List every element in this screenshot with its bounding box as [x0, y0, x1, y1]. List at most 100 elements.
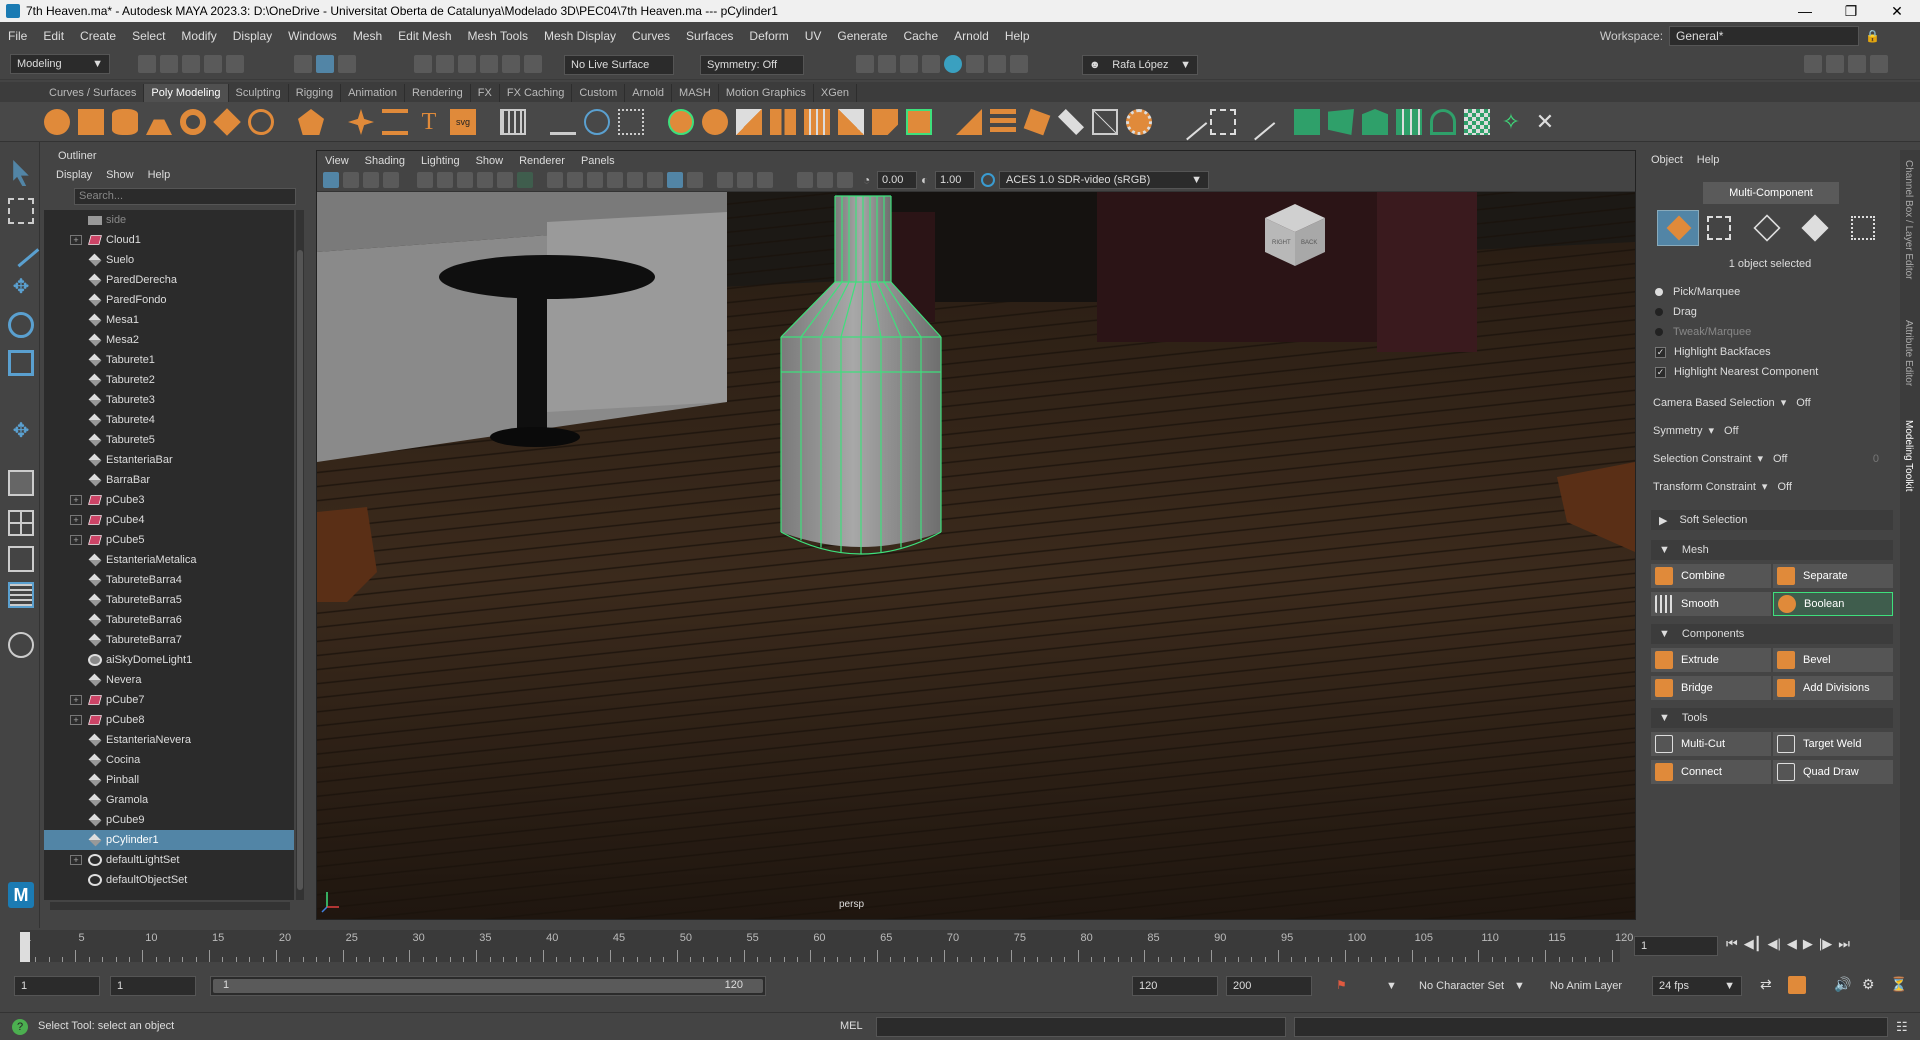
current-frame-field[interactable]: 1: [1634, 936, 1718, 956]
smooth-shade-icon[interactable]: [567, 172, 583, 188]
fps-dropdown[interactable]: 24 fps ▼: [1652, 976, 1742, 996]
outliner-item[interactable]: EstanteriaNevera: [44, 730, 294, 750]
render-settings-icon[interactable]: [922, 55, 940, 73]
snap-grid-icon[interactable]: [414, 55, 432, 73]
redo-icon[interactable]: [226, 55, 244, 73]
viewport-menu-shading[interactable]: Shading: [357, 155, 413, 167]
outliner-item[interactable]: TabureteBarra6: [44, 610, 294, 630]
select-tool-icon[interactable]: [13, 160, 29, 186]
outliner-search-input[interactable]: Search...: [74, 188, 296, 205]
viewport-menu-show[interactable]: Show: [468, 155, 512, 167]
uv-auto-icon[interactable]: [1396, 109, 1422, 135]
freeze-transform-icon[interactable]: [618, 109, 644, 135]
outliner-item[interactable]: defaultObjectSet: [44, 870, 294, 890]
quadrangulate-icon[interactable]: [1126, 109, 1152, 135]
menu-arnold[interactable]: Arnold: [946, 29, 997, 43]
shelf-tab-xgen[interactable]: XGen: [814, 84, 858, 102]
menu-generate[interactable]: Generate: [829, 29, 895, 43]
target-weld-button[interactable]: Target Weld: [1773, 732, 1893, 756]
use-lights-icon[interactable]: [607, 172, 623, 188]
animation-end-field[interactable]: 200: [1226, 976, 1312, 996]
expand-icon[interactable]: +: [70, 515, 82, 525]
select-hierarchy-icon[interactable]: [294, 55, 312, 73]
shelf-tab-sculpting[interactable]: Sculpting: [229, 84, 289, 102]
vertex-mode-icon[interactable]: [1707, 216, 1731, 240]
components-section[interactable]: ▼ Components: [1651, 624, 1893, 644]
expand-icon[interactable]: +: [70, 235, 82, 245]
ipr-render-icon[interactable]: [900, 55, 918, 73]
poly-cube-icon[interactable]: [78, 109, 104, 135]
combine-shelf-icon[interactable]: [736, 109, 762, 135]
shelf-tab-curves-surfaces[interactable]: Curves / Surfaces: [42, 84, 145, 102]
color-space-dropdown[interactable]: ACES 1.0 SDR-video (sRGB) ▼: [999, 171, 1209, 189]
show-attribute-editor-icon[interactable]: [1826, 55, 1844, 73]
outliner-item[interactable]: Mesa1: [44, 310, 294, 330]
face-mode-icon[interactable]: [1801, 214, 1829, 242]
image-plane-icon[interactable]: [383, 172, 399, 188]
open-scene-icon[interactable]: [160, 55, 178, 73]
outliner-item[interactable]: Suelo: [44, 250, 294, 270]
select-component-icon[interactable]: [338, 55, 356, 73]
shelf-tab-custom[interactable]: Custom: [572, 84, 626, 102]
outliner-item[interactable]: EstanteriaMetalica: [44, 550, 294, 570]
camera-based-selection-value[interactable]: Off: [1796, 397, 1810, 409]
outliner-menu-display[interactable]: Display: [56, 169, 92, 181]
target-weld-shelf-icon[interactable]: [906, 109, 932, 135]
snap-surface-icon[interactable]: [502, 55, 520, 73]
poly-cylinder-icon[interactable]: [112, 109, 138, 135]
lock-icon[interactable]: 🔒: [1865, 29, 1880, 43]
gamma-field[interactable]: 1.00: [935, 171, 975, 189]
quad-draw-button[interactable]: Quad Draw: [1773, 760, 1893, 784]
lasso-tool-icon[interactable]: [8, 198, 34, 224]
menu-mesh-display[interactable]: Mesh Display: [536, 29, 624, 43]
outliner-item[interactable]: + Cloud1: [44, 230, 294, 250]
exposure-icon[interactable]: [797, 172, 813, 188]
step-forward-frame-icon[interactable]: |▶: [1819, 936, 1832, 952]
tools-section[interactable]: ▼ Tools: [1651, 708, 1893, 728]
toolkit-menu-help[interactable]: Help: [1697, 154, 1720, 166]
outliner-item[interactable]: + pCube5: [44, 530, 294, 550]
single-perspective-layout-icon[interactable]: [8, 470, 34, 496]
workspace-dropdown[interactable]: General*: [1669, 26, 1860, 46]
outliner-scrollbar[interactable]: [296, 210, 304, 900]
shelf-tab-poly-modeling[interactable]: Poly Modeling: [144, 84, 229, 102]
selection-constraint-value[interactable]: Off: [1773, 453, 1787, 465]
combine-button[interactable]: Combine: [1651, 564, 1771, 588]
menu-deform[interactable]: Deform: [741, 29, 796, 43]
toolkit-menu-object[interactable]: Object: [1651, 154, 1683, 166]
cache-playback-icon[interactable]: [1788, 976, 1806, 994]
cut-faces-icon[interactable]: [1058, 109, 1084, 135]
live-surface-field[interactable]: No Live Surface: [564, 55, 674, 75]
select-object-icon[interactable]: [316, 55, 334, 73]
poly-cone-icon[interactable]: [146, 109, 172, 135]
color-management-icon[interactable]: [981, 173, 995, 187]
menu-display[interactable]: Display: [225, 29, 280, 43]
camera-attributes-icon[interactable]: [343, 172, 359, 188]
menu-uv[interactable]: UV: [797, 29, 830, 43]
menu-windows[interactable]: Windows: [280, 29, 345, 43]
connect-button[interactable]: Connect: [1651, 760, 1771, 784]
maximize-button[interactable]: ❐: [1828, 0, 1874, 22]
universal-manip-icon[interactable]: ✥: [8, 418, 34, 444]
new-scene-icon[interactable]: [138, 55, 156, 73]
menu-help[interactable]: Help: [997, 29, 1038, 43]
bookmark-icon[interactable]: [363, 172, 379, 188]
svg-tool-icon[interactable]: svg: [450, 109, 476, 135]
outliner-item[interactable]: Pinball: [44, 770, 294, 790]
menu-set-dropdown[interactable]: Modeling ▼: [10, 54, 110, 74]
poly-disc-icon[interactable]: [248, 109, 274, 135]
persp-outliner-layout-icon[interactable]: [8, 546, 34, 572]
menu-curves[interactable]: Curves: [624, 29, 678, 43]
boolean-button[interactable]: Boolean: [1773, 592, 1893, 616]
save-scene-icon[interactable]: [182, 55, 200, 73]
mirror-shelf-icon[interactable]: [956, 109, 982, 135]
multi-cut-button[interactable]: Multi-Cut: [1651, 732, 1771, 756]
film-gate-icon[interactable]: [477, 172, 493, 188]
outliner-item[interactable]: BarraBar: [44, 470, 294, 490]
soft-selection-section[interactable]: ▶ Soft Selection: [1651, 510, 1893, 530]
move-tool-icon[interactable]: ✥: [8, 274, 34, 300]
poly-plane-icon[interactable]: [213, 108, 241, 136]
sweep-mesh-icon[interactable]: [382, 109, 408, 135]
outliner-item[interactable]: ParedFondo: [44, 290, 294, 310]
motion-blur-icon[interactable]: [717, 172, 733, 188]
